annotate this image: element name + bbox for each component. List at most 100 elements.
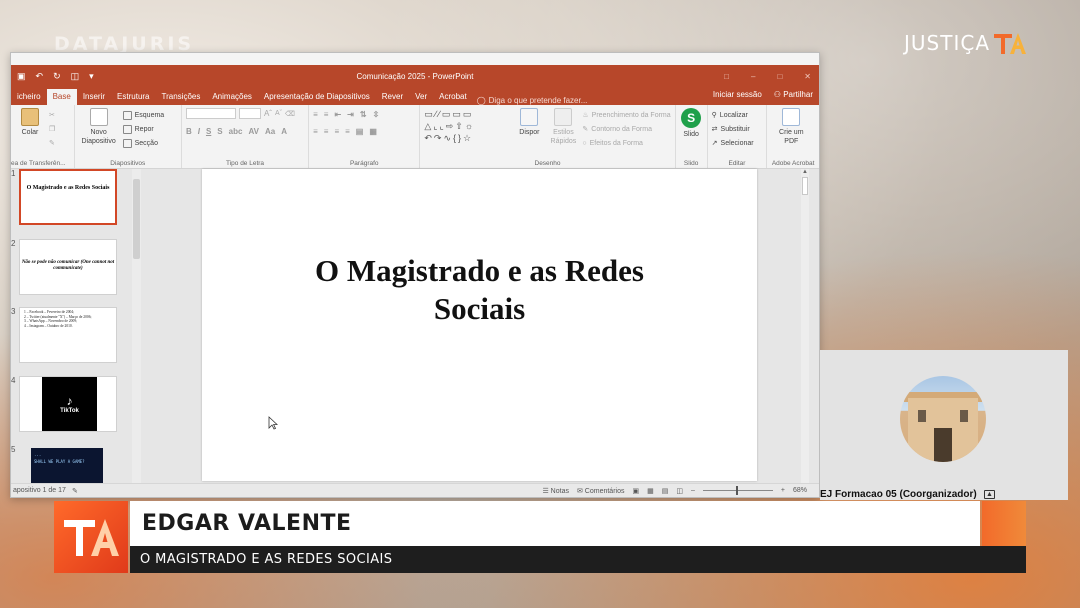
new-slide-button[interactable]: Novo Diapositivo: [79, 108, 119, 168]
slide-thumbnail-4[interactable]: ♪ TikTok: [19, 376, 117, 432]
shapes-gallery[interactable]: ▭∕∕▭▭▭ △⌞⌞⇨⇧☼ ↶↷∿{}☆: [424, 108, 510, 168]
layout-icon: [122, 110, 132, 120]
slide-scrollbar[interactable]: ▲: [801, 169, 809, 483]
line-spacing-icon[interactable]: ⇅: [360, 110, 367, 119]
slido-button[interactable]: S Slido: [680, 108, 703, 168]
align-text-icon[interactable]: ▦: [369, 127, 377, 136]
notes-check-icon[interactable]: ✎: [72, 487, 78, 495]
justify-icon[interactable]: ≡: [345, 127, 350, 136]
zoom-in-icon[interactable]: +: [781, 487, 785, 494]
undo-icon[interactable]: ↶: [36, 71, 44, 82]
numbering-icon[interactable]: ≡: [324, 110, 329, 119]
font-color-icon[interactable]: A: [281, 127, 287, 136]
normal-view-icon[interactable]: ▣: [632, 487, 639, 495]
tab-design[interactable]: Estrutura: [111, 89, 155, 105]
shape-fill-button[interactable]: ♨ Preenchimento da Forma: [582, 109, 670, 121]
spacing-icon[interactable]: AV: [248, 127, 259, 136]
quick-styles-button[interactable]: Estilos Rápidos: [548, 108, 578, 168]
cut-icon[interactable]: ✂: [49, 109, 55, 121]
create-pdf-button[interactable]: Crie um PDF: [771, 108, 811, 168]
thumbnails-scroll-handle[interactable]: [133, 179, 140, 259]
slide-thumbnail-1[interactable]: O Magistrado e as Redes Sociais: [19, 169, 117, 225]
redo-icon[interactable]: ↻: [53, 71, 61, 82]
thumbnail-row-4[interactable]: 4 ♪ TikTok: [11, 376, 136, 432]
align-center-icon[interactable]: ≡: [324, 127, 329, 136]
notes-button[interactable]: ☰ Notas: [542, 487, 569, 495]
minimize-icon[interactable]: –: [751, 72, 755, 81]
underline-icon[interactable]: S: [206, 127, 211, 136]
reset-button[interactable]: Repor: [122, 123, 165, 135]
comments-button[interactable]: ✉ Comentários: [577, 487, 625, 495]
zoom-slider[interactable]: [702, 486, 773, 495]
maximize-icon[interactable]: □: [777, 72, 782, 81]
arrange-button[interactable]: Dispor: [514, 108, 544, 168]
case-icon[interactable]: Aa: [265, 127, 275, 136]
zoom-out-icon[interactable]: –: [691, 487, 695, 494]
slide-thumbnail-2[interactable]: Não se pode não comunicar (One cannot no…: [19, 239, 117, 295]
columns-icon[interactable]: ▤: [356, 127, 364, 136]
font-name-input[interactable]: [185, 108, 236, 119]
tab-slideshow[interactable]: Apresentação de Diapositivos: [258, 89, 376, 105]
close-icon[interactable]: ✕: [804, 72, 811, 81]
tab-home[interactable]: Base: [46, 89, 77, 105]
shape-effects-button[interactable]: ○ Efeitos da Forma: [582, 137, 670, 149]
slide-scroll-handle[interactable]: [802, 177, 808, 195]
slide-thumbnail-3[interactable]: 1 – Facebook – Fevereiro de 2004; 2 – Tw…: [19, 307, 117, 363]
replace-button[interactable]: ⇄ Substituir: [712, 123, 754, 135]
strikethrough-icon[interactable]: abc: [229, 127, 243, 136]
align-right-icon[interactable]: ≡: [334, 127, 339, 136]
shape-outline-button[interactable]: ✎ Contorno da Forma: [582, 123, 670, 135]
paste-button[interactable]: Colar: [15, 108, 45, 168]
share-button[interactable]: ⚇ Partilhar: [774, 90, 813, 99]
slideshow-view-icon[interactable]: ◫: [676, 487, 683, 495]
tab-view[interactable]: Ver: [409, 89, 433, 105]
select-button[interactable]: ↗ Selecionar: [712, 137, 754, 149]
thumbnail-row-5[interactable]: 5 ... SHALL WE PLAY A GAME?: [11, 445, 136, 483]
format-painter-icon[interactable]: ✎: [49, 137, 55, 149]
slideshow-icon[interactable]: ◫: [71, 71, 80, 82]
copy-icon[interactable]: ❐: [49, 123, 55, 135]
tab-review[interactable]: Rever: [376, 89, 409, 105]
shadow-icon[interactable]: S: [217, 127, 222, 136]
font-size-input[interactable]: [238, 108, 261, 119]
layout-button[interactable]: Esquema: [122, 109, 164, 121]
bullets-icon[interactable]: ≡: [313, 110, 318, 119]
grow-font-icon[interactable]: Aˆ: [264, 109, 272, 118]
shrink-font-icon[interactable]: Aˇ: [275, 110, 282, 117]
zoom-level[interactable]: 68%: [793, 487, 807, 494]
save-icon[interactable]: ▣: [17, 71, 26, 82]
sign-in-link[interactable]: Iniciar sessão: [713, 90, 762, 99]
italic-icon[interactable]: I: [198, 127, 200, 136]
arrange-icon: [520, 108, 539, 126]
tab-insert[interactable]: Inserir: [77, 89, 111, 105]
clear-format-icon[interactable]: ⌫: [285, 110, 295, 118]
paint-bucket-icon: ♨: [582, 112, 589, 119]
qat-dropdown-icon[interactable]: ▾: [89, 71, 94, 82]
decrease-indent-icon[interactable]: ⇤: [334, 110, 341, 119]
thumbnail-row-2[interactable]: 2 Não se pode não comunicar (One cannot …: [11, 239, 136, 295]
ribbon-display-icon[interactable]: □: [724, 72, 729, 81]
slide-thumbnail-5[interactable]: ... SHALL WE PLAY A GAME?: [19, 445, 117, 483]
tab-animations[interactable]: Animações: [206, 89, 258, 105]
slide-counter: apositivo 1 de 17: [13, 487, 66, 494]
thumbnail-row-3[interactable]: 3 1 – Facebook – Fevereiro de 2004; 2 – …: [11, 307, 136, 363]
thumbnails-scrollbar[interactable]: [132, 169, 141, 483]
reading-view-icon[interactable]: ▤: [662, 487, 669, 495]
text-direction-icon[interactable]: ⇳: [373, 110, 380, 119]
tab-acrobat[interactable]: Acrobat: [433, 89, 473, 105]
find-button[interactable]: ⚲ Localizar: [712, 109, 754, 121]
screen-share-icon[interactable]: ▲: [984, 490, 995, 499]
current-slide[interactable]: O Magistrado e as Redes Sociais: [202, 169, 757, 481]
sorter-view-icon[interactable]: ▦: [647, 487, 654, 495]
window-controls: □ – □ ✕: [724, 72, 811, 81]
bold-icon[interactable]: B: [186, 127, 192, 136]
tab-transitions[interactable]: Transições: [156, 89, 207, 105]
section-button[interactable]: Secção: [122, 137, 165, 149]
scroll-up-icon[interactable]: ▲: [801, 169, 809, 177]
align-left-icon[interactable]: ≡: [313, 127, 318, 136]
increase-indent-icon[interactable]: ⇥: [347, 110, 354, 119]
thumbnail-row-1[interactable]: 1 O Magistrado e as Redes Sociais: [11, 169, 136, 225]
slide-title[interactable]: O Magistrado e as Redes Sociais: [270, 252, 690, 328]
tab-file[interactable]: icheiro: [11, 89, 47, 105]
tell-me-search[interactable]: ◯ Diga o que pretende fazer...: [473, 96, 588, 105]
